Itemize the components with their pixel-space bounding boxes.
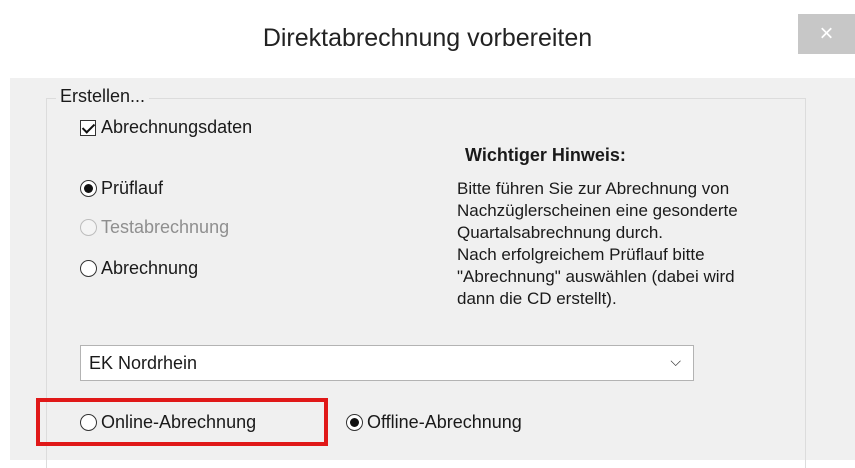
hint-line: Quartalsabrechnung durch. xyxy=(457,223,664,242)
radio-offline-abrechnung-label[interactable]: Offline-Abrechnung xyxy=(367,412,522,433)
radio-abrechnung-circle[interactable] xyxy=(80,260,97,277)
radio-abrechnung-label[interactable]: Abrechnung xyxy=(101,258,198,279)
abrechnungsdaten-checkbox-row[interactable]: Abrechnungsdaten xyxy=(80,117,252,138)
chevron-down-icon[interactable]: ⌵ xyxy=(670,353,681,370)
hint-line: Bitte führen Sie zur Abrechnung von xyxy=(457,179,730,198)
kasse-dropdown-value[interactable]: EK Nordrhein xyxy=(89,353,197,374)
radio-testabrechnung: Testabrechnung xyxy=(80,217,229,238)
hint-line: Nach erfolgreichem Prüflauf bitte xyxy=(457,245,705,264)
abrechnungsdaten-label[interactable]: Abrechnungsdaten xyxy=(101,117,252,138)
hint-title: Wichtiger Hinweis: xyxy=(465,145,626,165)
radio-prueflauf[interactable]: Prüflauf xyxy=(80,178,163,199)
close-button[interactable]: × xyxy=(798,14,855,54)
radio-testabrechnung-circle xyxy=(80,219,97,236)
hint-line: Nachzüglerscheinen eine gesonderte xyxy=(457,201,738,220)
radio-offline-abrechnung[interactable]: Offline-Abrechnung xyxy=(346,412,522,433)
online-abrechnung-highlight-box xyxy=(36,398,328,446)
radio-abrechnung[interactable]: Abrechnung xyxy=(80,258,198,279)
title-bar: Direktabrechnung vorbereiten × xyxy=(0,0,855,78)
groupbox-label: Erstellen... xyxy=(56,86,150,107)
kasse-dropdown[interactable]: EK Nordrhein ⌵ xyxy=(80,345,694,381)
window-title: Direktabrechnung vorbereiten xyxy=(262,24,593,52)
hint-text: Bitte führen Sie zur Abrechnung von Nach… xyxy=(457,178,817,310)
radio-offline-abrechnung-circle[interactable] xyxy=(346,414,363,431)
hint-line: "Abrechnung" auswählen (dabei wird xyxy=(457,267,735,286)
hint-line: dann die CD erstellt). xyxy=(457,289,617,308)
radio-prueflauf-circle[interactable] xyxy=(80,180,97,197)
radio-prueflauf-label[interactable]: Prüflauf xyxy=(101,178,163,199)
radio-testabrechnung-label: Testabrechnung xyxy=(101,217,230,237)
close-icon[interactable]: × xyxy=(819,20,833,48)
abrechnungsdaten-checkbox[interactable] xyxy=(80,119,96,136)
